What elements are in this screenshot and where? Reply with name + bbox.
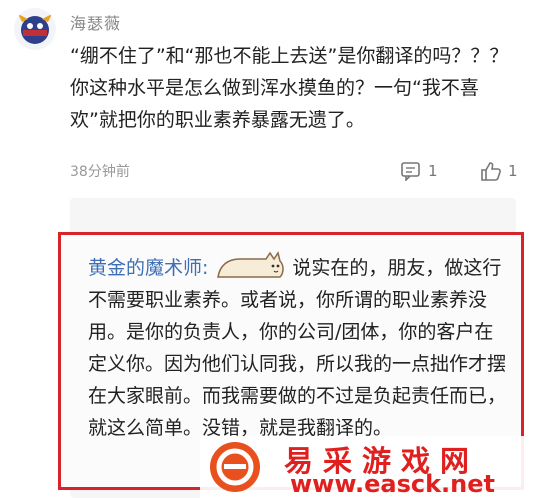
- avatar[interactable]: [14, 8, 56, 50]
- cat-sticker-icon: [214, 250, 286, 281]
- comment-icon: [401, 162, 420, 181]
- cartoon-creature-icon: [18, 14, 52, 44]
- watermark: 易采游戏网 www.easck.net: [200, 436, 540, 498]
- comment-meta-row: 38分钟前 1 1: [70, 156, 520, 186]
- like-button[interactable]: 1: [480, 161, 518, 181]
- comment-time: 38分钟前: [70, 164, 130, 180]
- reply-author[interactable]: 黄金的魔术师:: [88, 257, 208, 279]
- reply-body: 黄金的魔术师: 说实在的，朋友，做这行不需要职业素养。或者说，你所谓的职业素养没…: [88, 250, 508, 444]
- like-count: 1: [508, 162, 518, 180]
- reply-count: 1: [428, 162, 438, 180]
- comment-text: “绷不住了”和“那也不能上去送”是你翻译的吗？？？你这种水平是怎么做到浑水摸鱼的…: [70, 45, 509, 131]
- watermark-url: www.easck.net: [290, 470, 495, 498]
- reply-button[interactable]: 1: [400, 161, 438, 181]
- comment-username[interactable]: 海瑟薇: [70, 10, 121, 34]
- site-logo-icon: [210, 442, 260, 492]
- thumbs-up-icon: [481, 162, 501, 181]
- reply-text: 说实在的，朋友，做这行不需要职业素养。或者说，你所谓的职业素养没用。是你的负责人…: [88, 257, 507, 439]
